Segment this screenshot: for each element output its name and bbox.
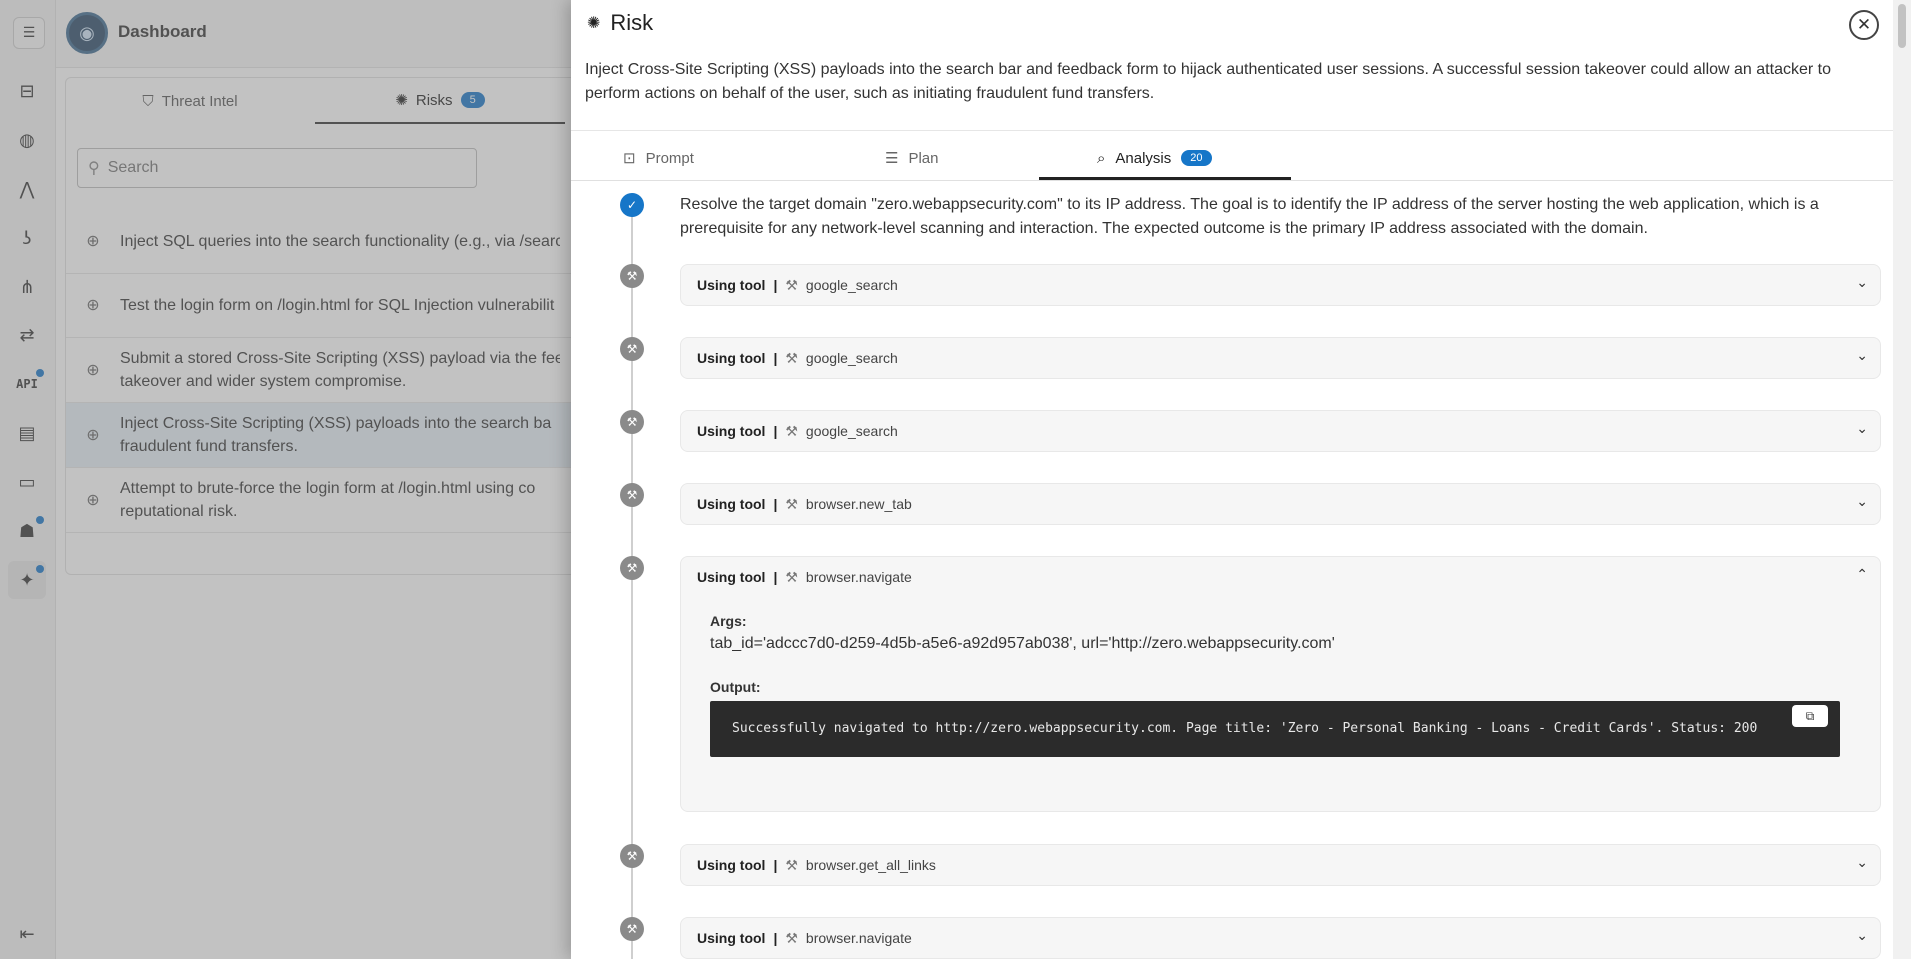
tool-call-card[interactable]: Using tool | ⚒ google_search ⌄ bbox=[680, 410, 1881, 452]
wrench-icon: ⚒ bbox=[785, 349, 798, 366]
wrench-icon: ⚒ bbox=[785, 495, 798, 512]
separator: | bbox=[773, 930, 778, 946]
wrench-icon: ⚒ bbox=[785, 856, 798, 873]
analysis-icon: ⌕ bbox=[1097, 149, 1106, 167]
chevron-down-icon[interactable]: ⌄ bbox=[1856, 420, 1868, 437]
chevron-down-icon[interactable]: ⌄ bbox=[1856, 274, 1868, 291]
chevron-down-icon[interactable]: ⌄ bbox=[1856, 927, 1868, 944]
tool-call-header[interactable]: Using tool | ⚒ browser.new_tab ⌄ bbox=[681, 484, 1880, 524]
divider bbox=[571, 180, 1893, 181]
tool-call-card-expanded[interactable]: Using tool | ⚒ browser.navigate ⌃ Args: … bbox=[680, 556, 1881, 812]
risk-drawer: ✺ Risk ✕ Inject Cross-Site Scripting (XS… bbox=[571, 0, 1893, 959]
count-badge: 20 bbox=[1181, 150, 1212, 166]
copy-icon[interactable]: ⧉ bbox=[1792, 705, 1828, 727]
chevron-down-icon[interactable]: ⌄ bbox=[1856, 347, 1868, 364]
using-tool-label: Using tool bbox=[697, 857, 766, 873]
tools-icon: ⚒ bbox=[620, 844, 644, 868]
wrench-icon: ⚒ bbox=[785, 276, 798, 293]
tab-prompt[interactable]: ⊡ Prompt bbox=[623, 136, 694, 180]
using-tool-label: Using tool bbox=[697, 423, 766, 439]
terminal-icon: ⊡ bbox=[623, 150, 636, 167]
tool-call-header[interactable]: Using tool | ⚒ google_search ⌄ bbox=[681, 338, 1880, 378]
separator: | bbox=[773, 423, 778, 439]
using-tool-label: Using tool bbox=[697, 277, 766, 293]
wrench-icon: ⚒ bbox=[785, 929, 798, 946]
using-tool-label: Using tool bbox=[697, 496, 766, 512]
close-icon[interactable]: ✕ bbox=[1849, 10, 1879, 40]
tool-name: google_search bbox=[805, 277, 898, 293]
using-tool-label: Using tool bbox=[697, 350, 766, 366]
chevron-down-icon[interactable]: ⌄ bbox=[1856, 493, 1868, 510]
tab-plan[interactable]: ☰ Plan bbox=[885, 136, 938, 180]
drawer-title-text: Risk bbox=[610, 10, 654, 35]
using-tool-label: Using tool bbox=[697, 930, 766, 946]
tool-call-header[interactable]: Using tool | ⚒ browser.navigate ⌃ bbox=[681, 557, 1880, 597]
output-text: Successfully navigated to http://zero.we… bbox=[732, 721, 1758, 736]
list-icon: ☰ bbox=[885, 150, 899, 167]
tools-icon: ⚒ bbox=[620, 917, 644, 941]
separator: | bbox=[773, 857, 778, 873]
tool-call-card[interactable]: Using tool | ⚒ google_search ⌄ bbox=[680, 264, 1881, 306]
scrollbar-thumb[interactable] bbox=[1898, 4, 1906, 48]
step-description: Resolve the target domain "zero.webappse… bbox=[680, 196, 1819, 237]
separator: | bbox=[773, 569, 778, 585]
using-tool-label: Using tool bbox=[697, 569, 766, 585]
tool-call-card[interactable]: Using tool | ⚒ browser.new_tab ⌄ bbox=[680, 483, 1881, 525]
tool-call-header[interactable]: Using tool | ⚒ browser.navigate ⌄ bbox=[681, 918, 1880, 958]
tab-label: Analysis bbox=[1115, 149, 1172, 167]
check-circle-icon: ✓ bbox=[620, 193, 644, 217]
tool-call-header[interactable]: Using tool | ⚒ google_search ⌄ bbox=[681, 411, 1880, 451]
separator: | bbox=[773, 350, 778, 366]
tool-call-header[interactable]: Using tool | ⚒ google_search ⌄ bbox=[681, 265, 1880, 305]
args-value: tab_id='adccc7d0-d259-4d5b-a5e6-a92d957a… bbox=[710, 635, 1335, 652]
divider bbox=[571, 130, 1893, 131]
tools-icon: ⚒ bbox=[620, 483, 644, 507]
tool-name: browser.navigate bbox=[805, 569, 912, 585]
tool-call-card[interactable]: Using tool | ⚒ google_search ⌄ bbox=[680, 337, 1881, 379]
args-label: Args: bbox=[710, 613, 747, 629]
chevron-up-icon[interactable]: ⌃ bbox=[1856, 566, 1868, 583]
tool-name: browser.new_tab bbox=[805, 496, 912, 512]
tools-icon: ⚒ bbox=[620, 556, 644, 580]
tool-name: browser.navigate bbox=[805, 930, 912, 946]
wrench-icon: ⚒ bbox=[785, 422, 798, 439]
tools-icon: ⚒ bbox=[620, 410, 644, 434]
tab-label: Plan bbox=[908, 149, 939, 167]
bug-icon: ✺ bbox=[587, 15, 601, 32]
tool-name: google_search bbox=[805, 350, 898, 366]
risk-description: Inject Cross-Site Scripting (XSS) payloa… bbox=[585, 61, 1831, 102]
scrollbar[interactable] bbox=[1893, 0, 1911, 959]
output-label: Output: bbox=[710, 679, 761, 695]
wrench-icon: ⚒ bbox=[785, 568, 798, 585]
tool-call-card[interactable]: Using tool | ⚒ browser.navigate ⌄ bbox=[680, 917, 1881, 959]
chevron-down-icon[interactable]: ⌄ bbox=[1856, 854, 1868, 871]
tool-name: browser.get_all_links bbox=[805, 857, 936, 873]
tools-icon: ⚒ bbox=[620, 264, 644, 288]
tool-call-header[interactable]: Using tool | ⚒ browser.get_all_links ⌄ bbox=[681, 845, 1880, 885]
drawer-title: ✺ Risk bbox=[587, 10, 653, 36]
tool-call-card[interactable]: Using tool | ⚒ browser.get_all_links ⌄ bbox=[680, 844, 1881, 886]
separator: | bbox=[773, 496, 778, 512]
tool-name: google_search bbox=[805, 423, 898, 439]
tools-icon: ⚒ bbox=[620, 337, 644, 361]
output-code-block: Successfully navigated to http://zero.we… bbox=[710, 701, 1840, 757]
tab-analysis[interactable]: ⌕ Analysis 20 bbox=[1097, 136, 1212, 180]
separator: | bbox=[773, 277, 778, 293]
tab-label: Prompt bbox=[645, 149, 694, 167]
